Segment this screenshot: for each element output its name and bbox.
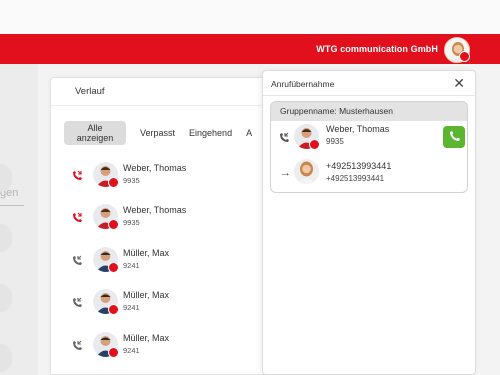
missed-call-icon bbox=[73, 212, 82, 222]
missed-call-icon bbox=[73, 170, 82, 180]
contact-extension: 9241 bbox=[123, 346, 140, 355]
arrow-right-icon: → bbox=[280, 167, 291, 179]
sidebar-item[interactable] bbox=[0, 284, 12, 312]
contact-name: Müller, Max bbox=[123, 248, 170, 258]
tab-outgoing[interactable]: A bbox=[246, 128, 254, 138]
incoming-call-icon bbox=[73, 255, 82, 265]
incoming-call-icon bbox=[73, 340, 82, 350]
accept-call-button[interactable] bbox=[443, 126, 465, 148]
tab-incoming[interactable]: Eingehend bbox=[189, 128, 232, 138]
divider bbox=[263, 95, 475, 96]
contact-name: Müller, Max bbox=[123, 290, 170, 300]
presence-dot bbox=[309, 139, 320, 150]
target-number-1: +492513993441 bbox=[326, 161, 392, 171]
sidebar-item[interactable] bbox=[0, 344, 12, 372]
pickup-title: Anrufübernahme bbox=[271, 79, 335, 89]
presence-dot bbox=[108, 219, 119, 230]
incoming-call-icon bbox=[73, 297, 82, 307]
contact-extension: 9935 bbox=[123, 176, 140, 185]
history-tabs: Alle anzeigen Verpasst Eingehend A bbox=[64, 118, 254, 148]
pickup-target-row: → +492513993441 +492513993441 bbox=[271, 158, 467, 192]
history-title: Verlauf bbox=[75, 86, 105, 97]
presence-dot bbox=[108, 347, 119, 358]
avatar bbox=[294, 159, 319, 184]
pickup-group: Gruppenname: Musterhausen Weber, Thomas … bbox=[270, 101, 468, 193]
target-number-2: +492513993441 bbox=[326, 174, 385, 183]
contact-name: Weber, Thomas bbox=[123, 205, 187, 215]
contact-extension: 9241 bbox=[123, 303, 140, 312]
sidebar: gen bbox=[0, 64, 38, 375]
presence-dot bbox=[108, 262, 119, 273]
presence-dot bbox=[108, 177, 119, 188]
call-pickup-panel: Anrufübernahme ✕ Gruppenname: Musterhaus… bbox=[262, 70, 476, 375]
caller-name: Weber, Thomas bbox=[326, 124, 390, 134]
caller-extension: 9935 bbox=[326, 137, 344, 146]
tab-missed[interactable]: Verpasst bbox=[140, 128, 175, 138]
ringing-call-icon bbox=[280, 132, 289, 142]
sidebar-item[interactable] bbox=[0, 224, 12, 252]
tab-all[interactable]: Alle anzeigen bbox=[64, 121, 126, 145]
phone-icon bbox=[450, 131, 460, 141]
pickup-caller-row: Weber, Thomas 9935 bbox=[271, 121, 467, 157]
contact-extension: 9935 bbox=[123, 218, 140, 227]
company-name: WTG communication GmbH bbox=[316, 44, 438, 54]
presence-dot bbox=[108, 304, 119, 315]
person-photo-icon bbox=[294, 159, 319, 184]
contact-extension: 9241 bbox=[123, 261, 140, 270]
close-icon[interactable]: ✕ bbox=[453, 75, 465, 92]
group-name: Gruppenname: Musterhausen bbox=[271, 102, 467, 121]
top-strip bbox=[0, 0, 500, 34]
user-status-dot bbox=[459, 51, 470, 62]
contact-name: Weber, Thomas bbox=[123, 163, 187, 173]
contact-name: Müller, Max bbox=[123, 333, 170, 343]
